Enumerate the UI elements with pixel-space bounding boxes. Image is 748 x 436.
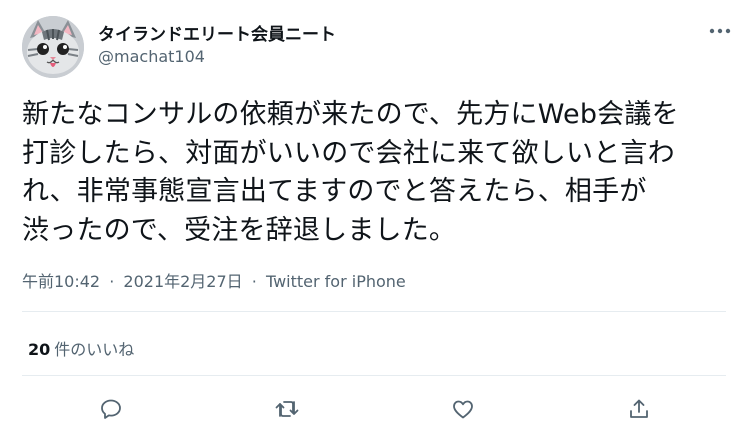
retweet-icon [275,401,299,417]
likes-count: 20 [28,340,51,359]
share-icon [630,399,648,418]
likes-label: 件のいいね [54,340,135,359]
like-icon [453,400,473,419]
tweet-line: 渋ったので、受注を辞退しました。 [22,214,457,246]
more-options-button[interactable] [706,20,734,42]
reply-button[interactable] [94,392,128,426]
tweet-text: 新たなコンサルの依頼が来たので、先方にWeb会議を 打診したら、対面がいいので会… [22,96,727,250]
tweet-source[interactable]: Twitter for iPhone [266,272,406,291]
more-horizontal-icon [709,28,731,34]
divider [22,311,726,312]
display-name[interactable]: タイランドエリート会員ニート [98,20,336,45]
tweet-line: れ、非常事態宣言出てますのでと答えたら、相手が [22,176,647,207]
tweet-date[interactable]: 2021年2月27日 [123,272,242,291]
tweet-line: 新たなコンサルの依頼が来たので、先方にWeb会議を [22,99,679,130]
divider [22,375,726,376]
likes-count-link[interactable]: 20 件のいいね [28,336,134,360]
reply-icon [101,399,121,419]
retweet-button[interactable] [270,392,304,426]
tweet-time[interactable]: 午前10:42 [22,272,100,291]
avatar[interactable] [22,16,84,78]
separator: · [251,272,257,291]
tweet-metadata: 午前10:42 · 2021年2月27日 · Twitter for iPhon… [22,268,406,292]
separator: · [109,272,115,291]
user-handle[interactable]: @machat104 [98,47,205,66]
tweet-line: 打診したら、対面がいいので会社に来て欲しいと言わ [22,137,675,169]
share-button[interactable] [622,392,656,426]
like-button[interactable] [446,392,480,426]
cat-avatar-icon [22,16,84,78]
